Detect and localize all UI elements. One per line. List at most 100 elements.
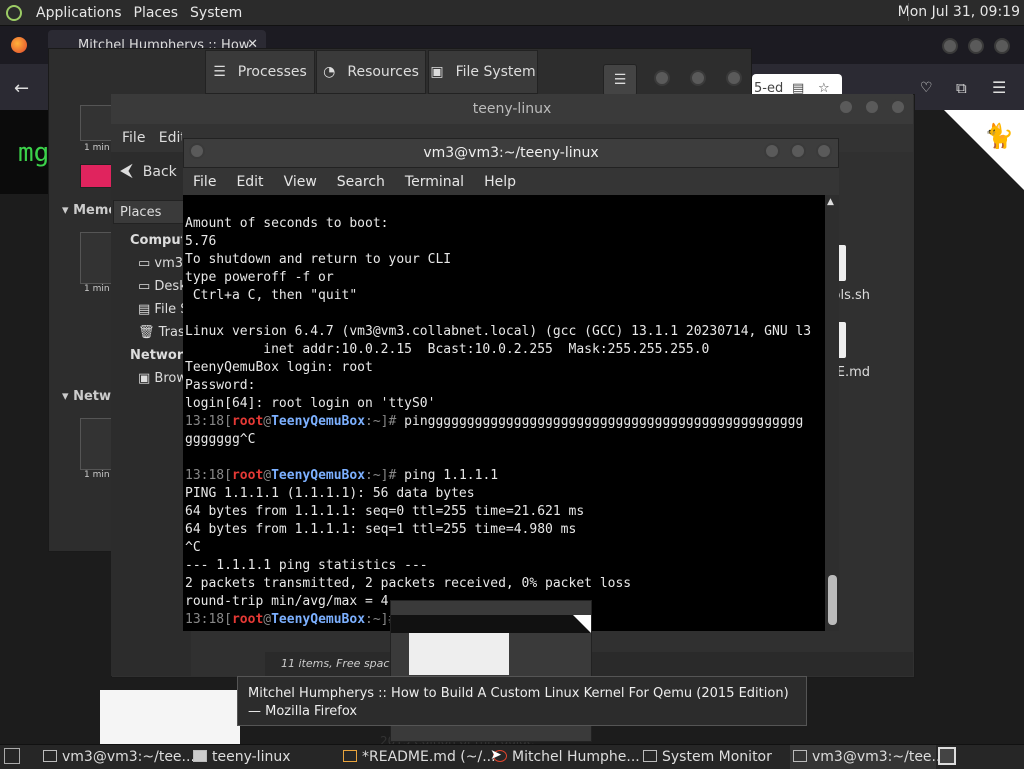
taskbar-item-terminal-2[interactable]: vm3@vm3:~/tee...	[790, 745, 945, 769]
cpu-color-swatch[interactable]	[80, 164, 112, 188]
tab-file-system[interactable]: ▣ File System	[428, 50, 538, 94]
tab-resources-label: Resources	[347, 64, 419, 80]
sidebar-item-desktop[interactable]: ▭ Desktop	[138, 279, 183, 294]
memory-graph-label: 1 min	[84, 284, 110, 294]
taskbar-item-firefox[interactable]: Mitchel Humphe...	[490, 745, 640, 769]
firefox-menu-icon[interactable]: ☰	[992, 78, 1006, 97]
taskbar-item-text-editor[interactable]: *README.md (~/...	[340, 745, 496, 769]
sysmon-window-controls	[654, 70, 742, 86]
terminal-line: Linux version 6.4.7 (vm3@vm3.collabnet.l…	[185, 324, 812, 339]
fm-back-button[interactable]: ⮜ Back	[120, 160, 177, 181]
tab-processes[interactable]: ☰ Processes	[205, 50, 315, 94]
back-arrow-icon[interactable]: ←	[14, 78, 29, 99]
sidebar-item-browse-network[interactable]: ▣ Browse Network	[138, 371, 183, 386]
pocket-icon[interactable]: ♡	[920, 80, 933, 96]
fm-menu-text[interactable]: File Edit View Go Bookmarks Help	[122, 130, 182, 146]
terminal-icon	[43, 750, 57, 762]
minimize-icon[interactable]	[764, 143, 780, 159]
clock[interactable]: Mon Jul 31, 09:19	[898, 4, 1020, 20]
collapse-icon[interactable]: ▾	[62, 203, 73, 218]
minimize-icon[interactable]	[654, 70, 670, 86]
collapse-icon[interactable]: ▾	[62, 389, 73, 404]
menu-help[interactable]: Help	[474, 174, 526, 190]
sysmon-menu-button[interactable]: ☰	[603, 64, 637, 96]
terminal-line: 64 bytes from 1.1.1.1: seq=1 ttl=255 tim…	[185, 522, 577, 537]
terminal-line: round-trip min/avg/max = 4	[185, 594, 389, 609]
fm-places-button[interactable]: Places	[113, 200, 185, 224]
network-graph	[80, 418, 114, 470]
system-menu[interactable]: System	[184, 5, 248, 21]
prompt-time: 13:18	[185, 468, 225, 483]
maximize-icon[interactable]	[690, 70, 706, 86]
menu-file[interactable]: File	[183, 174, 226, 190]
extensions-icon[interactable]: ⧉	[956, 79, 967, 97]
close-icon[interactable]	[816, 143, 832, 159]
prompt-bracket: [	[224, 414, 232, 429]
window-menu-icon[interactable]	[189, 143, 205, 159]
terminal-line: Amount of seconds to boot:	[185, 216, 389, 231]
menu-search[interactable]: Search	[327, 174, 395, 190]
text-editor-icon	[343, 750, 357, 762]
maximize-icon[interactable]	[790, 143, 806, 159]
command: pinggggggggggggggggggggggggggggggggggggg…	[404, 414, 804, 429]
terminal-scrollbar[interactable]	[825, 195, 839, 631]
terminal-line: Password:	[185, 378, 256, 393]
github-cat-icon[interactable]: 🐈	[984, 122, 1014, 150]
menu-view[interactable]: View	[274, 174, 327, 190]
applications-menu[interactable]: Applications	[30, 5, 128, 21]
terminal-line: --- 1.1.1.1 ping statistics ---	[185, 558, 428, 573]
close-icon[interactable]	[726, 70, 742, 86]
prompt-path: :~]#	[365, 468, 405, 483]
terminal-line: 5.76	[185, 234, 217, 249]
prompt-at: @	[263, 612, 272, 627]
minimize-icon[interactable]	[838, 99, 854, 115]
close-icon[interactable]	[890, 99, 906, 115]
menu-edit[interactable]: Edit	[226, 174, 273, 190]
taskbar-item-label: System Monitor	[662, 749, 772, 765]
menu-terminal[interactable]: Terminal	[395, 174, 474, 190]
terminal-line: To shutdown and return to your CLI	[185, 252, 452, 267]
sidebar-item-trash[interactable]: 🗑 Trash	[138, 325, 183, 340]
maximize-icon[interactable]	[864, 99, 880, 115]
sidebar-item-file-system[interactable]: ▤ File System	[138, 302, 183, 317]
maximize-icon[interactable]	[968, 38, 984, 54]
taskbar-item-terminal-1[interactable]: vm3@vm3:~/tee...	[40, 745, 195, 769]
sidebar-item-home[interactable]: ▭ vm3	[138, 256, 183, 271]
drive-icon: ▤	[138, 302, 155, 317]
firefox-window-controls	[942, 38, 1010, 54]
network-icon: ▣	[138, 371, 155, 386]
prompt-user: root	[231, 414, 264, 429]
scroll-up-icon[interactable]: ▲	[827, 197, 834, 207]
close-icon[interactable]	[994, 38, 1010, 54]
terminal-line: Ctrl+a C, then "quit"	[185, 288, 358, 303]
taskbar-item-file-manager[interactable]: teeny-linux	[190, 745, 338, 769]
terminal-line: PING 1.1.1.1 (1.1.1.1): 56 data bytes	[185, 486, 475, 501]
firefox-icon[interactable]	[11, 37, 27, 53]
minimize-icon[interactable]	[942, 38, 958, 54]
resources-icon: ◔	[323, 64, 336, 80]
taskbar-item-system-monitor[interactable]: System Monitor	[640, 745, 788, 769]
tab-resources[interactable]: ◔ Resources	[316, 50, 426, 94]
places-menu[interactable]: Places	[128, 5, 185, 21]
terminal-line: inet addr:10.0.2.15 Bcast:10.0.2.255 Mas…	[185, 342, 710, 357]
taskbar-item-label: Mitchel Humphe...	[512, 749, 640, 765]
taskbar-item-label: vm3@vm3:~/tee...	[812, 749, 945, 765]
workspace-switcher[interactable]	[938, 747, 956, 765]
sidebar-item-label: Desktop	[154, 279, 183, 294]
tooltip-text: Mitchel Humpherys :: How to Build A Cust…	[248, 686, 789, 719]
sidebar-item-label: Browse Network	[154, 371, 183, 386]
back-arrow-icon: ⮜	[120, 160, 133, 181]
terminal-scrollbar-thumb[interactable]	[828, 575, 837, 625]
cpu-graph-label: 1 min	[84, 143, 110, 153]
terminal-output[interactable]: Amount of seconds to boot: 5.76 To shutd…	[183, 195, 825, 631]
show-desktop-icon[interactable]	[4, 748, 20, 764]
network-label: Netw	[73, 389, 111, 404]
file-manager-title: teeny-linux	[111, 94, 913, 124]
folder-icon	[193, 750, 207, 762]
home-folder-icon: ▭	[138, 256, 155, 271]
desktop-icon: ▭	[138, 279, 155, 294]
terminal-menubar: File Edit View Search Terminal Help	[183, 168, 839, 195]
taskbar-item-label: vm3@vm3:~/tee...	[62, 749, 195, 765]
distro-logo-icon[interactable]	[6, 4, 22, 21]
preview-header	[391, 615, 591, 633]
